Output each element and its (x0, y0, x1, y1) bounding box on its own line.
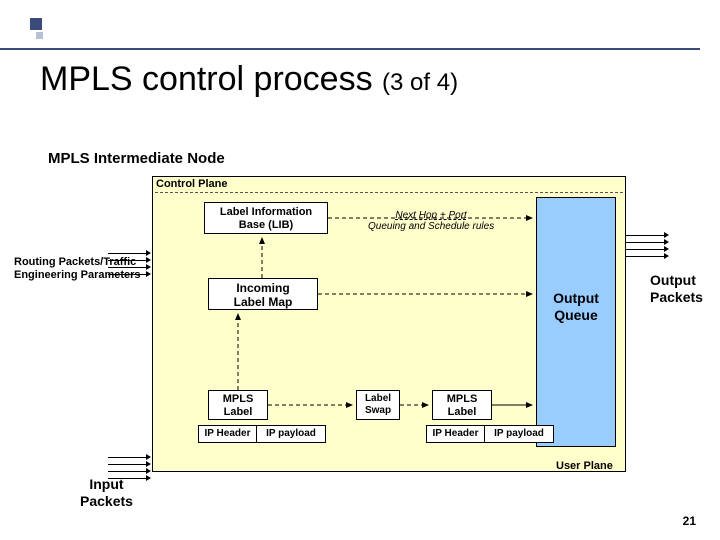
section-title: MPLS Intermediate Node (48, 150, 225, 167)
ip-header-left: IP Header (199, 426, 257, 442)
ilm-line2: Label Map (209, 295, 317, 309)
mpls-right-line1: MPLS (433, 393, 491, 406)
input-line2: Packets (80, 493, 133, 510)
arrows-input-packets (108, 454, 151, 482)
control-plane-divider (155, 192, 623, 193)
title-sub: (3 of 4) (382, 69, 458, 96)
slide-title: MPLS control process (3 of 4) (40, 60, 458, 99)
lib-line1: Label Information (205, 206, 327, 219)
mpls-label-left: MPLS Label (208, 390, 268, 420)
title-main: MPLS control process (40, 60, 382, 98)
ip-packet-left: IP Header IP payload (198, 425, 326, 443)
arrows-output-packets (626, 232, 669, 260)
nexthop-label: Next Hop + Port Queuing and Schedule rul… (368, 210, 494, 232)
queue-line2: Queue (538, 307, 614, 324)
ip-packet-right: IP Header IP payload (426, 425, 554, 443)
user-plane-label: User Plane (556, 460, 613, 472)
queue-line1: Output (538, 290, 614, 307)
mpls-left-line1: MPLS (209, 393, 267, 406)
output-line2: Packets (650, 289, 703, 306)
ilm-line1: Incoming (209, 281, 317, 295)
output-queue-label: Output Queue (538, 290, 614, 324)
ip-payload-left: IP payload (257, 426, 325, 442)
mpls-left-line2: Label (209, 406, 267, 419)
output-packets-label: Output Packets (650, 272, 703, 306)
lib-line2: Base (LIB) (205, 219, 327, 232)
label-swap-box: Label Swap (356, 390, 400, 420)
ip-payload-right: IP payload (485, 426, 553, 442)
control-plane-label: Control Plane (156, 178, 228, 190)
lib-box: Label Information Base (LIB) (204, 202, 328, 234)
page-number: 21 (683, 514, 696, 528)
mpls-right-line2: Label (433, 406, 491, 419)
arrows-routing-in (108, 250, 151, 278)
mpls-label-right: MPLS Label (432, 390, 492, 420)
swap-line1: Label (357, 393, 399, 405)
ilm-box: Incoming Label Map (208, 278, 318, 310)
nexthop-line1: Next Hop + Port (368, 210, 494, 221)
swap-line2: Swap (357, 405, 399, 417)
nexthop-line2: Queuing and Schedule rules (368, 221, 494, 232)
output-line1: Output (650, 272, 703, 289)
ip-header-right: IP Header (427, 426, 485, 442)
